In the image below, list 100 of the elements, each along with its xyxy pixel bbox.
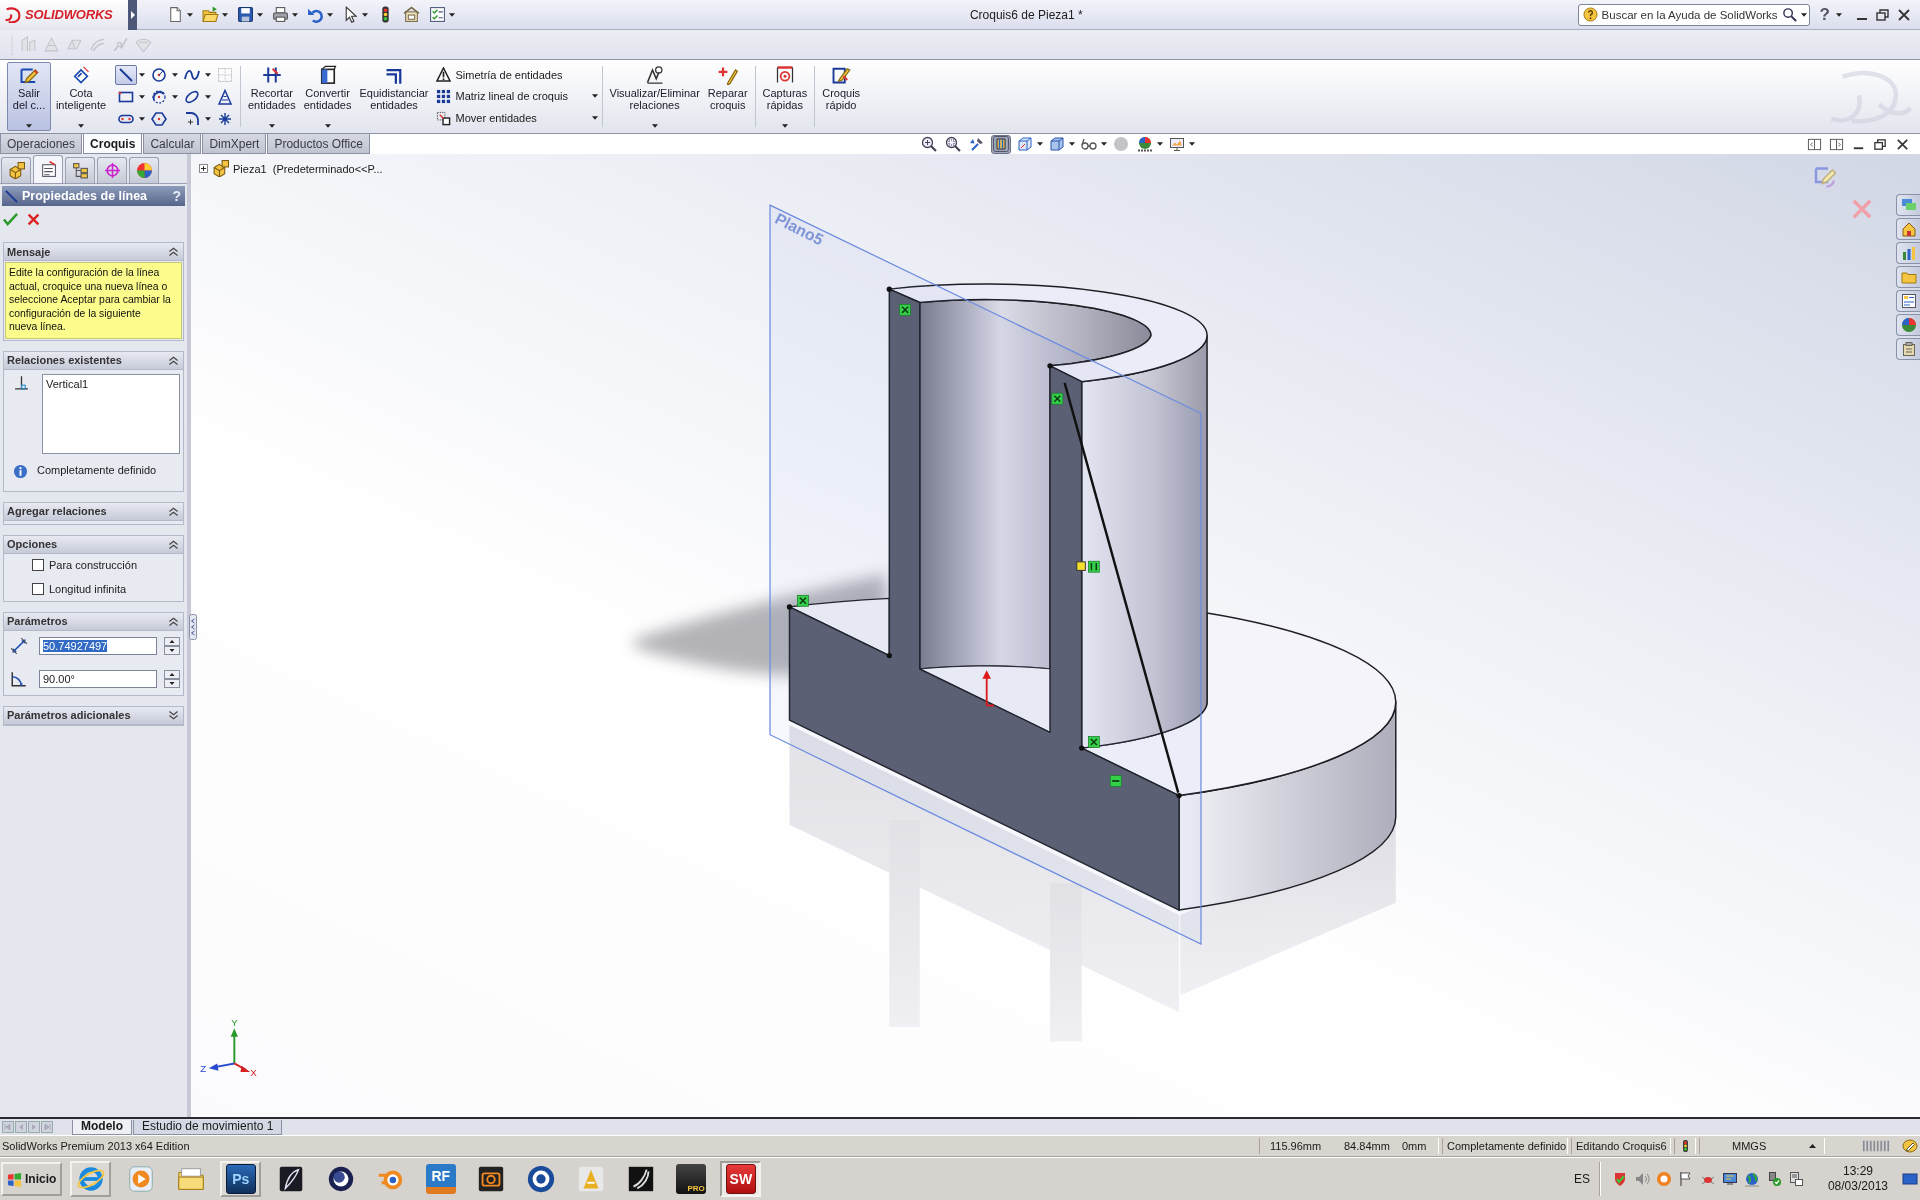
close-icon[interactable] xyxy=(1896,6,1912,23)
angle-field[interactable]: 90.00° xyxy=(39,669,157,688)
cancel-icon[interactable] xyxy=(27,212,40,226)
trim-entities-button[interactable]: Recortar entidades xyxy=(245,62,299,131)
caret-icon[interactable] xyxy=(257,12,263,17)
task-pane-tab[interactable] xyxy=(1896,218,1920,240)
section-header[interactable]: Opciones xyxy=(4,535,183,554)
restore-icon[interactable] xyxy=(1873,136,1888,152)
caret-icon[interactable] xyxy=(139,95,145,99)
sketch-point-icon[interactable] xyxy=(1079,745,1085,751)
display-relations-button[interactable]: Visualizar/Eliminar relaciones xyxy=(606,62,703,131)
globe-icon[interactable] xyxy=(1743,1171,1760,1187)
panel-tab[interactable] xyxy=(1,157,31,183)
part-model-drawing[interactable] xyxy=(633,283,1397,911)
tab[interactable]: Modelo xyxy=(72,1119,132,1135)
ring-icon[interactable] xyxy=(1655,1171,1672,1187)
caret-icon[interactable] xyxy=(139,73,145,77)
quick-snaps-button[interactable]: Capturas rápidas xyxy=(759,62,811,131)
house-icon[interactable] xyxy=(403,6,420,23)
taskbar-app-button[interactable]: SW xyxy=(720,1161,762,1197)
caret-icon[interactable] xyxy=(205,95,211,99)
caret-icon[interactable] xyxy=(205,73,211,77)
tile-right-icon[interactable] xyxy=(1829,136,1844,152)
task-pane-tab[interactable] xyxy=(1896,314,1920,336)
computer-icon[interactable] xyxy=(1787,1171,1804,1187)
caret-icon[interactable] xyxy=(1156,142,1163,146)
clock-date[interactable]: 08/03/2013 xyxy=(1827,1179,1888,1194)
tab[interactable]: Productos Office xyxy=(267,134,370,154)
relation-marker-icon[interactable] xyxy=(899,304,911,316)
sketch-tool-button[interactable] xyxy=(148,109,170,129)
checkbox[interactable] xyxy=(32,559,44,571)
tile-left-icon[interactable] xyxy=(1807,136,1822,152)
tab[interactable]: DimXpert xyxy=(202,134,267,154)
panel-tab[interactable] xyxy=(33,155,63,183)
rapid-sketch-button[interactable]: Croquis rápido xyxy=(819,62,864,131)
caret-icon[interactable] xyxy=(591,116,598,121)
relation-marker-icon[interactable] xyxy=(797,594,809,607)
flag-icon[interactable] xyxy=(1677,1171,1694,1187)
sketch-point-icon[interactable] xyxy=(1047,363,1053,369)
caret-icon[interactable] xyxy=(362,12,368,17)
caret-icon[interactable] xyxy=(1100,142,1107,146)
start-button[interactable]: Inicio xyxy=(1,1162,63,1196)
help-button[interactable]: ? xyxy=(1819,4,1830,25)
search-field[interactable]: Buscar en la Ayuda de SolidWorks xyxy=(1577,3,1810,26)
caret-icon[interactable] xyxy=(1800,12,1807,17)
caret-icon[interactable] xyxy=(327,12,333,17)
move-entities-button[interactable]: Mover entidades xyxy=(433,109,539,127)
caret-icon[interactable] xyxy=(139,117,145,121)
check-icon[interactable] xyxy=(3,211,18,227)
taskbar-app-button[interactable]: RF xyxy=(420,1161,462,1197)
panel-tab[interactable] xyxy=(97,157,127,183)
taskbar-app-button[interactable]: Ps xyxy=(220,1161,262,1197)
spin-down-button[interactable] xyxy=(164,645,180,655)
selected-point-icon[interactable] xyxy=(1076,561,1086,571)
relation-marker-icon[interactable] xyxy=(1109,775,1122,787)
search-icon[interactable] xyxy=(1781,7,1797,22)
tab[interactable]: Croquis xyxy=(83,134,143,154)
caret-icon[interactable] xyxy=(222,12,228,17)
section-header[interactable]: Mensaje xyxy=(4,243,183,261)
task-pane-tab[interactable] xyxy=(1896,290,1920,312)
expand-icon[interactable] xyxy=(199,164,208,173)
offset-entities-button[interactable]: Equidistanciar entidades xyxy=(356,62,432,131)
printer-icon[interactable] xyxy=(272,6,289,23)
smart-dimension-button[interactable]: Cota inteligente xyxy=(53,62,109,131)
tab[interactable]: Calcular xyxy=(143,134,202,154)
spin-up-button[interactable] xyxy=(164,669,180,679)
panel-tab[interactable] xyxy=(65,157,95,183)
caret-icon[interactable] xyxy=(172,73,178,77)
caret-icon[interactable] xyxy=(292,12,298,17)
relation-marker-icon[interactable] xyxy=(1088,560,1100,573)
linear-pattern-button[interactable]: Matriz lineal de croquis xyxy=(433,88,571,105)
panel-tab[interactable] xyxy=(129,157,159,183)
screen-icon[interactable] xyxy=(1721,1171,1738,1187)
spin-down-button[interactable] xyxy=(164,678,180,688)
undo-icon[interactable] xyxy=(307,6,324,23)
section-header[interactable]: Parámetros adicionales xyxy=(4,706,183,725)
caret-icon[interactable] xyxy=(591,94,598,99)
language-indicator[interactable]: ES xyxy=(1564,1172,1599,1186)
section-header[interactable]: Agregar relaciones xyxy=(4,502,183,521)
task-pane-tab[interactable] xyxy=(1896,242,1920,264)
sketch-point-icon[interactable] xyxy=(886,286,892,292)
menu-flyout-icon[interactable] xyxy=(128,0,137,30)
caret-icon[interactable] xyxy=(187,12,193,17)
sketch-point-icon[interactable] xyxy=(1176,792,1182,799)
units-selector[interactable]: MMGS xyxy=(1732,1140,1767,1152)
tab[interactable]: Estudio de movimiento 1 xyxy=(133,1119,283,1135)
convert-entities-button[interactable]: Convertir entidades xyxy=(300,62,355,131)
relation-marker-icon[interactable] xyxy=(1051,392,1064,405)
caret-icon[interactable] xyxy=(449,12,455,17)
caret-icon[interactable] xyxy=(1068,142,1075,146)
repair-sketch-button[interactable]: Reparar croquis xyxy=(704,62,751,131)
caret-icon[interactable] xyxy=(1188,142,1195,146)
tree-item[interactable]: Pieza1 (Predeterminado<<P... xyxy=(233,162,383,175)
caret-icon[interactable] xyxy=(1836,12,1842,17)
desktop-icon[interactable] xyxy=(1902,1171,1918,1187)
collapse-handle-icon[interactable] xyxy=(189,614,197,640)
checkbox-label[interactable]: Longitud infinita xyxy=(49,583,127,595)
clock-time[interactable]: 13:29 xyxy=(1842,1164,1873,1179)
task-pane-tab[interactable] xyxy=(1896,338,1920,360)
restore-icon[interactable] xyxy=(1875,6,1891,23)
